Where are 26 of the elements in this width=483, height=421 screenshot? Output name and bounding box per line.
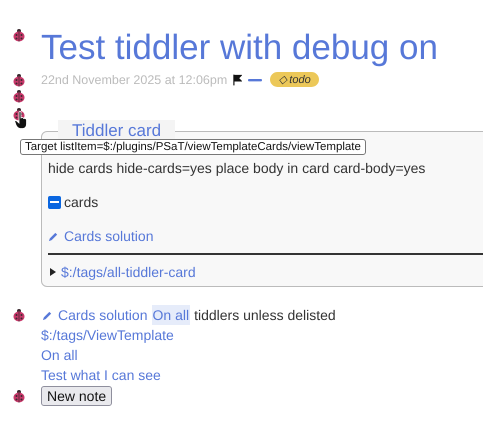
tag-link[interactable]: $:/tags/all-tiddler-card xyxy=(61,264,196,280)
checkbox[interactable] xyxy=(48,196,61,208)
description-text: tiddlers unless delisted xyxy=(194,306,336,325)
pointer-hand-icon xyxy=(14,111,28,129)
cards-solution-link[interactable]: Cards solution xyxy=(64,228,154,244)
modified-date: 22nd November 2025 at 12:06pm xyxy=(41,72,228,86)
list-link[interactable]: On all xyxy=(41,345,78,365)
ladybug-icon xyxy=(12,389,26,403)
ladybug-icon xyxy=(12,73,26,87)
flag-icon xyxy=(233,74,242,86)
disclosure-triangle-icon[interactable] xyxy=(49,268,57,276)
pencil-icon xyxy=(42,310,53,320)
tag-pill[interactable]: ◇ todo xyxy=(270,72,319,87)
pencil-icon xyxy=(48,230,59,242)
ladybug-icon xyxy=(12,308,26,322)
ladybug-icon xyxy=(12,89,26,103)
cards-solution-link[interactable]: Cards solution xyxy=(58,305,148,325)
checkbox-label: cards xyxy=(64,194,98,210)
tooltip: Target listItem=$:/plugins/PSaT/viewTemplateCards/viewTemplate xyxy=(20,139,366,155)
list-link[interactable]: $:/tags/ViewTemplate xyxy=(41,325,174,345)
ladybug-icon xyxy=(12,28,26,42)
card-text: hide cards hide-cards=yes place body in card card-body=yes xyxy=(48,160,426,176)
list-link[interactable]: Test what I can see xyxy=(41,365,161,385)
tiddler-title: Test tiddler with debug on xyxy=(41,28,438,68)
on-all-link[interactable]: On all xyxy=(152,305,190,325)
new-note-button[interactable]: New note xyxy=(41,386,112,406)
